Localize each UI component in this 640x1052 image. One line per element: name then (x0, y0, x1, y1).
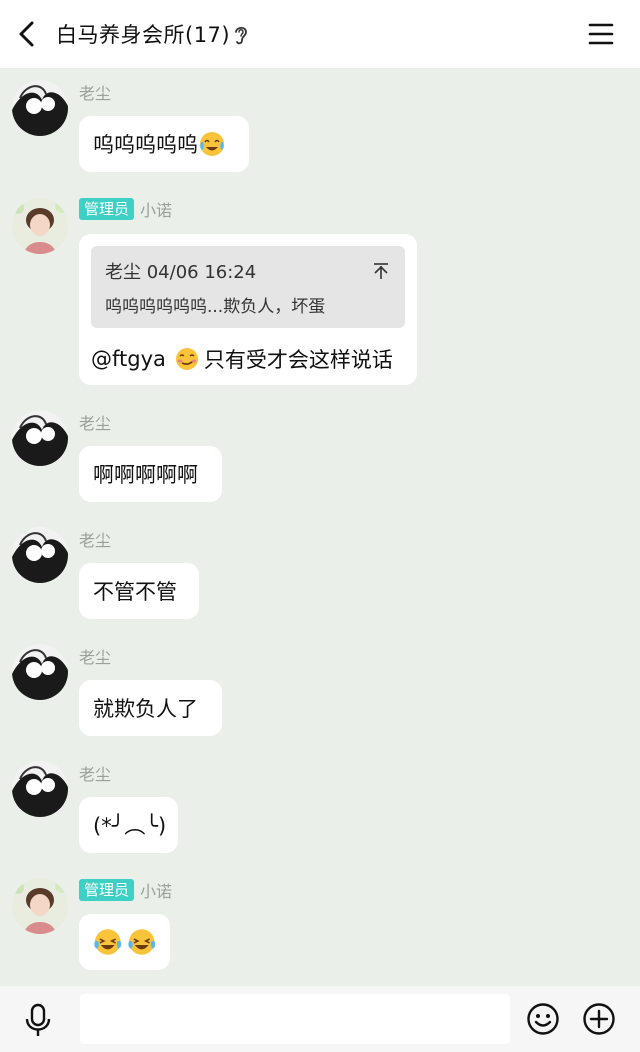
emoji-message-bubble[interactable] (79, 914, 170, 970)
smirk-emoji-icon (175, 348, 198, 370)
ear-icon (235, 26, 247, 45)
user-avatar[interactable] (12, 410, 68, 466)
sender-name: 老尘 (79, 84, 112, 103)
sender-row: 老尘 (79, 762, 111, 784)
admin-avatar[interactable] (12, 198, 68, 254)
sender-row: 老尘 (79, 645, 111, 667)
back-arrow-icon[interactable] (12, 18, 44, 50)
message-input[interactable] (80, 994, 510, 1044)
user-avatar[interactable] (12, 80, 68, 136)
message-text: 呜呜呜呜呜 (93, 133, 198, 157)
user-avatar[interactable] (12, 644, 68, 700)
mention-link[interactable]: @ftgya (91, 347, 166, 371)
message-bubble[interactable]: 呜呜呜呜呜 (79, 116, 249, 172)
crying-laugh-emoji-icon (200, 132, 224, 156)
reply-content: @ftgya 只有受才会这样说话 (91, 344, 393, 374)
quoted-message[interactable]: 老尘 04/06 16:24 呜呜呜呜呜呜...欺负人，坏蛋 (91, 246, 405, 328)
sender-row: 老尘 (79, 81, 111, 103)
chat-title: 白马养身会所(17) (56, 23, 231, 47)
sender-row: 老尘 (79, 528, 111, 550)
sender-name: 老尘 (79, 531, 112, 550)
message-text: 就欺负人了 (93, 697, 198, 721)
input-bar (0, 986, 640, 1052)
sender-row: 老尘 (79, 411, 111, 433)
message-text: 啊啊啊啊啊 (93, 463, 198, 487)
message-text: (*╯︵╰) (93, 814, 167, 838)
message-bubble[interactable]: 啊啊啊啊啊 (79, 446, 222, 502)
sender-row: 管理员 小诺 (79, 198, 172, 220)
sender-name: 小诺 (140, 201, 173, 220)
message-bubble[interactable]: 不管不管 (79, 563, 199, 619)
chat-message-list[interactable]: 老尘 呜呜呜呜呜 管理员 小诺 老尘 04/06 16:24 呜呜呜呜呜呜...… (0, 68, 640, 986)
quoted-text: 呜呜呜呜呜呜...欺负人，坏蛋 (105, 297, 326, 317)
user-avatar[interactable] (12, 527, 68, 583)
menu-icon[interactable] (586, 20, 616, 48)
sender-row: 管理员 小诺 (79, 879, 172, 901)
pin-to-top-icon[interactable] (372, 262, 390, 280)
admin-avatar[interactable] (12, 878, 68, 934)
plus-icon[interactable] (582, 1002, 616, 1036)
message-text: 不管不管 (93, 580, 177, 604)
laughing-tears-emoji-icon (127, 929, 155, 955)
reply-text: 只有受才会这样说话 (203, 348, 393, 372)
sender-name: 老尘 (79, 765, 112, 784)
microphone-icon[interactable] (22, 1003, 54, 1037)
message-bubble[interactable]: 就欺负人了 (79, 680, 222, 736)
chat-header: 白马养身会所(17) (0, 0, 640, 68)
sender-name: 小诺 (140, 882, 173, 901)
sender-name: 老尘 (79, 648, 112, 667)
laughing-tears-emoji-icon (94, 929, 122, 955)
quoted-header: 老尘 04/06 16:24 (105, 262, 257, 283)
user-avatar[interactable] (12, 761, 68, 817)
emoji-picker-icon[interactable] (526, 1002, 560, 1036)
admin-badge: 管理员 (79, 879, 135, 901)
sender-name: 老尘 (79, 414, 112, 433)
reply-message-bubble[interactable]: 老尘 04/06 16:24 呜呜呜呜呜呜...欺负人，坏蛋 @ftgya 只有… (79, 234, 417, 385)
message-bubble[interactable]: (*╯︵╰) (79, 797, 178, 853)
admin-badge: 管理员 (79, 198, 135, 220)
